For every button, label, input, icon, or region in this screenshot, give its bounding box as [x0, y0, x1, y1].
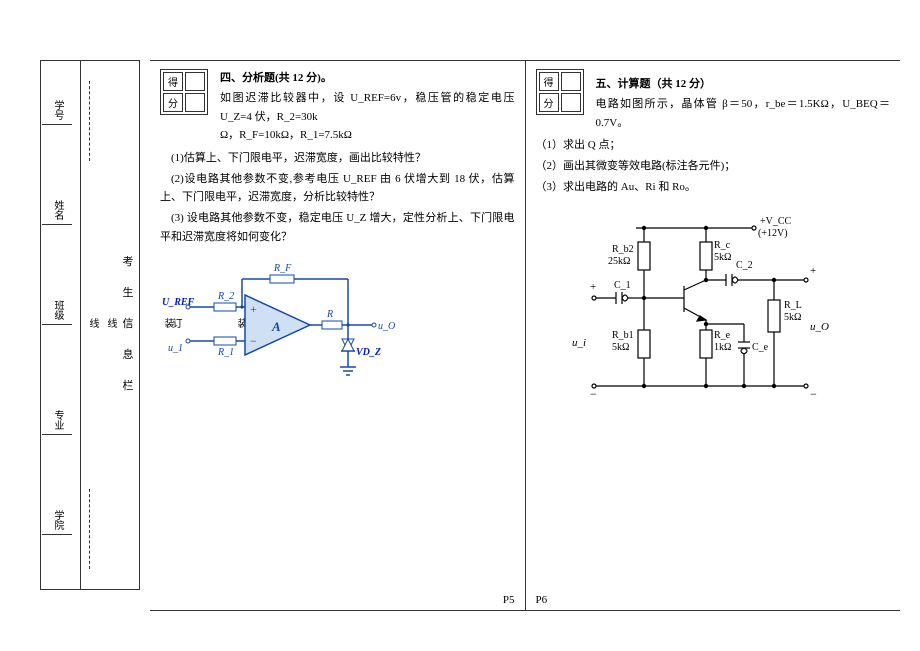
score-box: 得 分	[536, 69, 584, 115]
minus-in: −	[590, 387, 597, 401]
field-college: 学院	[42, 510, 72, 539]
score-box: 得 分	[160, 69, 208, 115]
opamp-label: A	[271, 319, 281, 334]
page-number-p6: P6	[536, 594, 548, 606]
column-q4: 得 分 四、分析题(共 12 分)。 如图迟滞比较器中，设 U_REF=6v，稳…	[150, 61, 526, 610]
q4-sub1: (1)估算上、下门限电平，迟滞宽度，画出比较特性？	[160, 149, 515, 168]
label-ui: u_i	[572, 337, 586, 349]
q5-sub3: （3）求出电路的 Au、Ri 和 Ro。	[536, 178, 891, 197]
exam-page: 学院 专业 班级 姓名 学号 考 生 信 息 栏 装 订 线 装 线 得 分	[0, 0, 920, 651]
dashed-line-top	[89, 81, 90, 161]
content-area: 得 分 四、分析题(共 12 分)。 如图迟滞比较器中，设 U_REF=6v，稳…	[150, 60, 900, 611]
label-Re-val: 1kΩ	[714, 342, 731, 353]
label-uo: u_O	[378, 321, 395, 332]
label-R: R	[326, 309, 333, 320]
label-Ce: C_e	[752, 342, 769, 353]
amplifier-circuit-svg: +V_CC (+12V) R_b2 25kΩ R_c 5kΩ C_2 R_L 5…	[566, 208, 826, 428]
plus-in: +	[590, 281, 596, 293]
svg-text:+: +	[250, 302, 257, 316]
column-q5: 得 分 五、计算题（共 12 分） 电路如图所示，晶体管 β＝50，r_be＝1…	[526, 61, 901, 610]
q5-title: 五、计算题（共 12 分）	[596, 75, 891, 91]
opamp-circuit-svg: A + − R_2 U_REF R_1 u_1	[160, 255, 390, 395]
q4-sub3: (3) 设电路其他参数不变，稳定电压 U_Z 增大，定性分析上、下门限电平和迟滞…	[160, 209, 515, 246]
plus-out: +	[810, 265, 816, 277]
label-C1: C_1	[614, 280, 631, 291]
label-C2: C_2	[736, 260, 753, 271]
label-R2: R_2	[217, 291, 234, 302]
q5-sub1: （1）求出 Q 点；	[536, 136, 891, 155]
q5-circuit-diagram: +V_CC (+12V) R_b2 25kΩ R_c 5kΩ C_2 R_L 5…	[566, 208, 826, 428]
q5-sub2: （2）画出其微变等效电路(标注各元件)；	[536, 157, 891, 176]
field-id: 学号	[42, 100, 72, 129]
q4-sub2: (2)设电路其他参数不变,参考电压 U_REF 由 6 伏增大到 18 伏，估算…	[160, 170, 515, 207]
label-VDz: VD_Z	[356, 347, 381, 358]
label-RL-val: 5kΩ	[784, 312, 801, 323]
field-major: 专业	[42, 410, 72, 439]
svg-text:−: −	[250, 334, 257, 348]
q5-header: 得 分 五、计算题（共 12 分） 电路如图所示，晶体管 β＝50，r_be＝1…	[536, 69, 891, 132]
dashed-line-bottom	[89, 489, 90, 569]
q4-intro-line2: Ω，R_F=10kΩ，R_1=7.5kΩ	[220, 126, 515, 145]
q4-header: 得 分 四、分析题(共 12 分)。 如图迟滞比较器中，设 U_REF=6v，稳…	[160, 69, 515, 145]
label-R1: R_1	[217, 347, 234, 358]
label-Rb2-val: 25kΩ	[608, 256, 630, 267]
label-Uref: U_REF	[162, 297, 195, 308]
label-Rc: R_c	[714, 240, 731, 251]
label-Vcc-val: (+12V)	[758, 228, 788, 239]
field-name: 姓名	[42, 200, 72, 229]
student-info-column: 学院 专业 班级 姓名 学号	[42, 80, 78, 570]
label-Rc-val: 5kΩ	[714, 252, 731, 263]
label-RF: R_F	[273, 263, 292, 274]
label-u1: u_1	[168, 343, 183, 354]
q5-intro: 电路如图所示，晶体管 β＝50，r_be＝1.5KΩ，U_BEQ＝0.7V。	[596, 95, 891, 132]
label-Rb2: R_b2	[612, 244, 634, 255]
label-uo: u_O	[810, 321, 829, 333]
binding-column: 考 生 信 息 栏 装 订 线 装 线	[80, 60, 140, 590]
q4-circuit-diagram: A + − R_2 U_REF R_1 u_1	[160, 255, 390, 395]
q4-title: 四、分析题(共 12 分)。	[220, 69, 515, 85]
q4-intro-line1: 如图迟滞比较器中，设 U_REF=6v，稳压管的稳定电压 U_Z=4 伏，R_2…	[220, 89, 515, 126]
minus-out: −	[810, 387, 817, 401]
page-number-p5: P5	[503, 594, 515, 606]
label-Vcc: +V_CC	[760, 216, 792, 227]
label-Rb1-val: 5kΩ	[612, 342, 629, 353]
field-class: 班级	[42, 300, 72, 329]
label-Re: R_e	[714, 330, 731, 341]
label-RL: R_L	[784, 300, 802, 311]
label-Rb1: R_b1	[612, 330, 634, 341]
